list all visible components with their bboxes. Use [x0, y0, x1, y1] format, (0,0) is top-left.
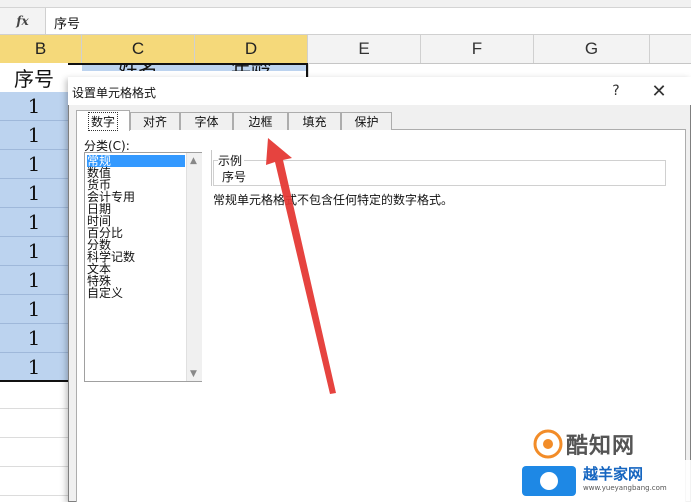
tab-protection[interactable]: 保护: [341, 112, 392, 130]
formula-bar[interactable]: [0, 8, 691, 35]
selection-border: [306, 63, 308, 77]
column-header-e[interactable]: E: [308, 35, 421, 63]
tab-alignment[interactable]: 对齐: [130, 112, 180, 130]
watermark-url: www.yueyangbang.com: [583, 484, 667, 492]
tab-border[interactable]: 边框: [233, 112, 288, 130]
cell-b-value[interactable]: 1: [0, 208, 68, 237]
sample-box: [213, 160, 666, 186]
sample-divider: [211, 150, 212, 186]
watermark-secondary: 越羊家网: [583, 465, 644, 483]
formula-value[interactable]: 序号: [54, 13, 80, 32]
cell-b-value[interactable]: 1: [0, 353, 68, 382]
scroll-down-icon[interactable]: ▼: [186, 366, 201, 381]
selection-border: [68, 63, 308, 65]
column-header-d[interactable]: D: [195, 35, 308, 63]
cell-b-value[interactable]: 1: [0, 179, 68, 208]
tab-number[interactable]: 数字: [76, 110, 130, 131]
cell-b-value[interactable]: 1: [0, 237, 68, 266]
scroll-up-icon[interactable]: ▲: [186, 153, 201, 168]
close-button[interactable]: ✕: [645, 79, 673, 103]
format-description: 常规单元格格式不包含任何特定的数字格式。: [213, 193, 454, 207]
cell-b1[interactable]: 序号: [0, 63, 68, 92]
watermark-text: 酷知网: [566, 434, 636, 459]
watermark-figure-icon: [522, 466, 576, 496]
dialog-titlebar[interactable]: [68, 77, 691, 105]
cell-b-value[interactable]: 1: [0, 150, 68, 179]
dialog-title: 设置单元格格式: [72, 86, 157, 100]
column-header-c[interactable]: C: [82, 35, 195, 63]
column-header-b[interactable]: B: [0, 35, 82, 63]
help-button[interactable]: ?: [604, 80, 628, 102]
cell-b-value[interactable]: 1: [0, 266, 68, 295]
sample-label: 示例: [218, 152, 245, 169]
cell-b-value[interactable]: 1: [0, 121, 68, 150]
list-item[interactable]: 自定义: [87, 287, 185, 299]
cell-b-value[interactable]: 1: [0, 295, 68, 324]
ribbon-edge: [0, 0, 691, 8]
tab-fill[interactable]: 填充: [288, 112, 341, 130]
fx-icon[interactable]: fx: [0, 8, 46, 34]
tab-font[interactable]: 字体: [180, 112, 233, 130]
cell-b-value[interactable]: 1: [0, 92, 68, 121]
column-header-f[interactable]: F: [421, 35, 534, 63]
cell-b-value[interactable]: 1: [0, 324, 68, 353]
category-scrollbar[interactable]: [186, 153, 202, 381]
column-header-g[interactable]: G: [534, 35, 650, 63]
sample-value: 序号: [222, 170, 247, 184]
